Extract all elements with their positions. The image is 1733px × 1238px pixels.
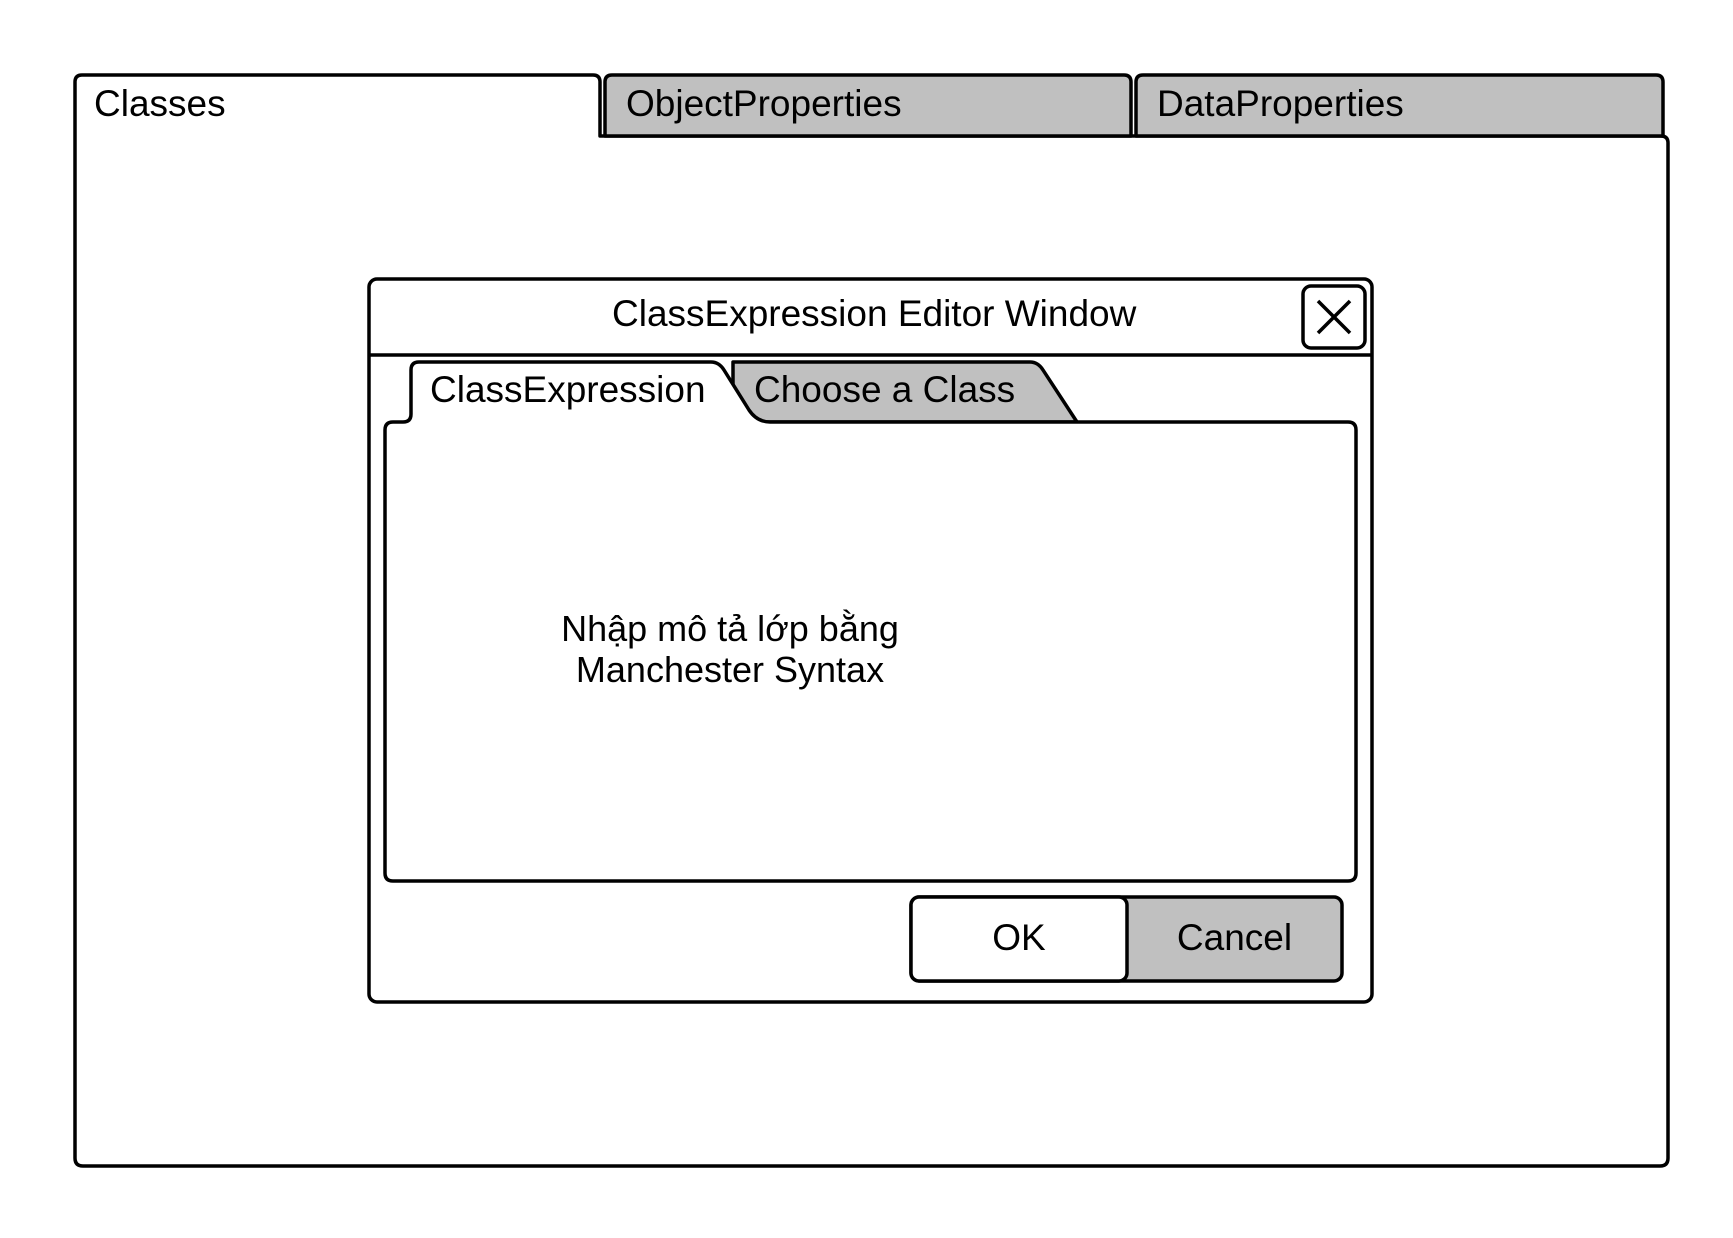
tab-choose-class-label: Choose a Class [754,369,1016,410]
close-x-icon [1303,286,1365,348]
ok-button[interactable]: OK [911,897,1127,981]
cancel-button[interactable]: Cancel [1127,897,1342,981]
editor-placeholder: Nhập mô tả lớp bằng Manchester Syntax [530,608,930,690]
tab-dataproperties-label: DataProperties [1157,83,1404,124]
tab-objectproperties[interactable]: ObjectProperties [605,75,1131,136]
tab-classexpression[interactable]: ClassExpression [411,362,731,422]
tab-classes-label: Classes [94,83,226,124]
dialog-title-bar: ClassExpression Editor Window [369,279,1299,355]
tab-classexpression-label: ClassExpression [430,369,706,410]
editor-placeholder-line-2: Manchester Syntax [575,649,885,690]
tab-classes[interactable]: Classes [75,75,600,136]
cancel-button-label: Cancel [1176,917,1293,958]
editor-placeholder-line-1: Nhập mô tả lớp bằng [561,608,899,649]
tab-objectproperties-label: ObjectProperties [626,83,902,124]
dialog-title: ClassExpression Editor Window [612,293,1137,334]
tab-dataproperties[interactable]: DataProperties [1136,75,1663,136]
ok-button-label: OK [992,917,1046,958]
tab-choose-class[interactable]: Choose a Class [733,362,1077,422]
close-button[interactable] [1303,286,1365,348]
